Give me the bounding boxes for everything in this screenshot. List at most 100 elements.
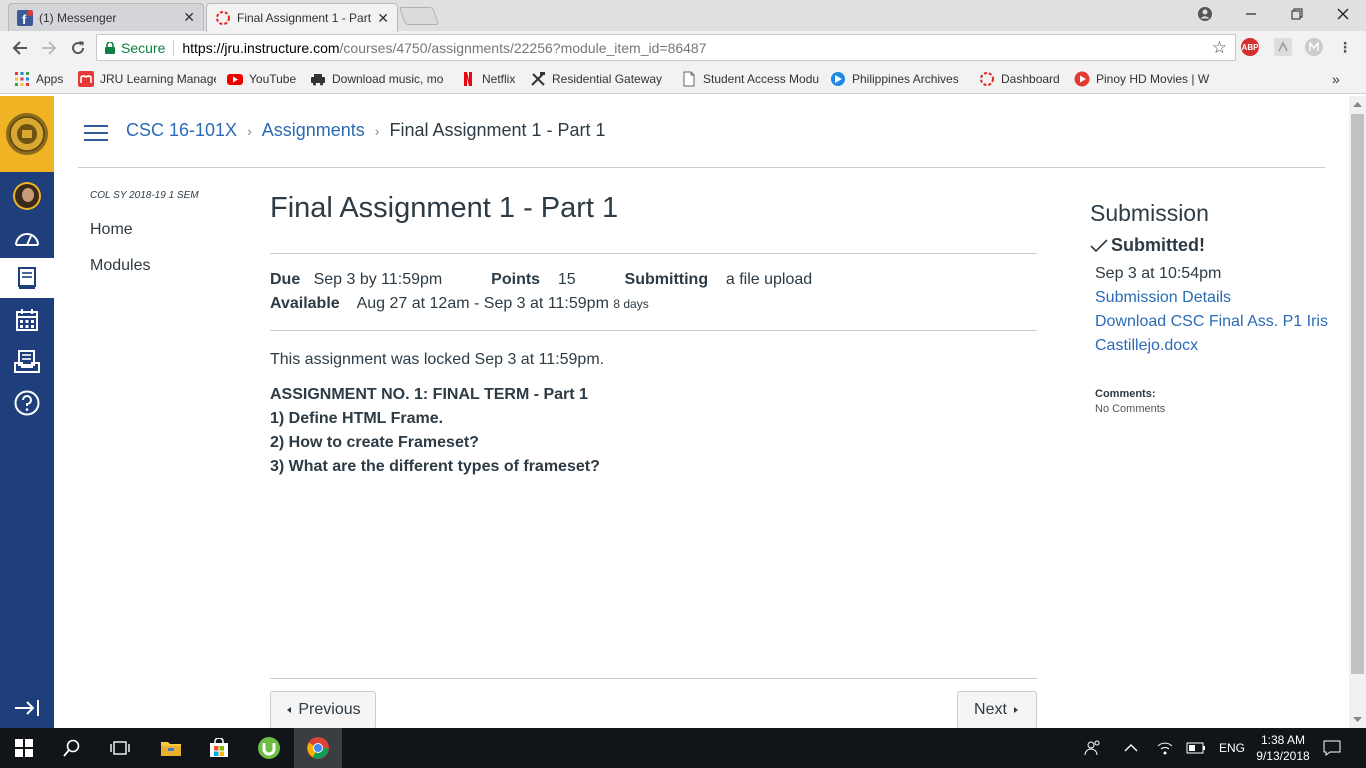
canvas-icon xyxy=(216,11,230,25)
avatar-icon xyxy=(13,182,41,210)
wifi-icon[interactable] xyxy=(1156,728,1176,768)
extension-m-icon[interactable] xyxy=(1305,38,1323,56)
next-button[interactable]: Next xyxy=(957,691,1037,729)
search-button[interactable] xyxy=(48,728,96,768)
battery-icon[interactable] xyxy=(1186,728,1208,768)
bookmark-jru-learning[interactable]: JRU Learning Manage xyxy=(78,70,216,88)
moodle-icon xyxy=(78,71,94,87)
tab-final-assignment[interactable]: Final Assignment 1 - Part ✕ xyxy=(206,3,398,32)
details-row-1: Due Sep 3 by 11:59pm Points 15 Submittin… xyxy=(270,268,1037,292)
previous-button[interactable]: Previous xyxy=(270,691,376,729)
start-button[interactable] xyxy=(0,728,48,768)
bookmark-pinoy-hd-movies[interactable]: Pinoy HD Movies | W xyxy=(1074,70,1212,88)
breadcrumb-separator: › xyxy=(247,122,252,139)
school-seal-icon xyxy=(6,113,48,155)
chrome-taskbar-button[interactable] xyxy=(294,728,342,768)
clock-date: 9/13/2018 xyxy=(1256,749,1310,763)
account-avatar[interactable] xyxy=(0,176,54,216)
facebook-icon: f xyxy=(17,9,33,26)
courses-nav-item[interactable] xyxy=(0,258,54,298)
reload-icon[interactable] xyxy=(66,36,90,60)
assignment-instructions: ASSIGNMENT NO. 1: FINAL TERM - Part 1 1)… xyxy=(270,383,1037,479)
assignment-details: Due Sep 3 by 11:59pm Points 15 Submittin… xyxy=(270,254,1037,330)
instruction-line: ASSIGNMENT NO. 1: FINAL TERM - Part 1 xyxy=(270,386,588,403)
bookmark-residential-gateway[interactable]: Residential Gateway xyxy=(530,70,670,88)
comments-value: No Comments xyxy=(1095,403,1166,415)
course-nav-modules[interactable]: Modules xyxy=(90,257,240,293)
chrome-menu-icon[interactable]: ⋮ xyxy=(1336,38,1354,56)
canvas-icon xyxy=(980,72,994,86)
bookmark-philippines-archives[interactable]: Philippines Archives xyxy=(830,70,968,88)
bookmark-download-music[interactable]: Download music, mo xyxy=(310,70,448,88)
address-bar[interactable]: Secure https://jru.instructure.com/cours… xyxy=(96,34,1236,61)
user-profile-icon[interactable] xyxy=(1182,0,1228,28)
instruction-line: 1) Define HTML Frame. xyxy=(270,410,444,427)
close-window-icon[interactable] xyxy=(1320,0,1366,28)
bookmark-dashboard[interactable]: Dashboard xyxy=(979,70,1065,88)
tray-chevron-up-icon[interactable] xyxy=(1124,728,1142,768)
bookmark-label: Student Access Modu xyxy=(703,72,820,86)
due-label: Due xyxy=(270,271,301,288)
extension-icon[interactable] xyxy=(1274,38,1292,56)
download-submission-link[interactable]: Download CSC Final Ass. P1 Iris Castille… xyxy=(1090,310,1330,358)
utorrent-button[interactable] xyxy=(245,728,293,768)
tab-close-icon[interactable]: ✕ xyxy=(183,9,195,26)
hamburger-menu-icon[interactable] xyxy=(84,125,108,141)
submission-sidebar: Submission Submitted! Sep 3 at 10:54pm S… xyxy=(1090,200,1330,415)
bookmark-label: Dashboard xyxy=(1001,72,1060,86)
task-view-button[interactable] xyxy=(96,728,144,768)
page-scrollbar[interactable] xyxy=(1349,96,1366,728)
browser-tab-strip: f (1) Messenger ✕ Final Assignment 1 - P… xyxy=(0,0,1366,32)
tab-close-icon[interactable]: ✕ xyxy=(377,10,389,27)
play-icon xyxy=(1074,71,1090,87)
page-icon xyxy=(683,71,695,87)
clock-time: 1:38 AM xyxy=(1260,733,1306,747)
windows-taskbar: ENG 1:38 AM 9/13/2018 xyxy=(0,728,1366,768)
separator xyxy=(173,39,175,56)
new-tab-button[interactable] xyxy=(398,7,440,25)
breadcrumb-separator: › xyxy=(374,122,380,139)
course-navigation: COL SY 2018-19 1 SEM Home Modules xyxy=(90,190,240,293)
scroll-thumb[interactable] xyxy=(1351,114,1364,674)
collapse-nav-button[interactable] xyxy=(0,688,54,728)
system-clock[interactable]: 1:38 AM 9/13/2018 xyxy=(1250,732,1316,764)
minimize-icon[interactable] xyxy=(1228,0,1274,28)
bookmark-apps[interactable]: Apps xyxy=(14,70,72,88)
tab-messenger[interactable]: f (1) Messenger ✕ xyxy=(8,3,204,31)
footer-divider xyxy=(270,678,1037,679)
points-label: Points xyxy=(491,271,541,288)
people-icon[interactable] xyxy=(1084,728,1104,768)
task-view-icon xyxy=(110,741,130,755)
notifications-icon[interactable] xyxy=(1323,728,1345,768)
utorrent-icon xyxy=(258,737,280,759)
bookmark-student-access[interactable]: Student Access Modu xyxy=(681,70,821,88)
inbox-nav-item[interactable] xyxy=(0,342,54,382)
bookmarks-overflow-icon[interactable]: » xyxy=(1332,70,1346,88)
breadcrumb-assignments-link[interactable]: Assignments xyxy=(262,120,365,141)
submission-details-link[interactable]: Submission Details xyxy=(1090,286,1330,310)
breadcrumb-course-link[interactable]: CSC 16-101X xyxy=(126,120,237,141)
bookmarks-bar: Apps JRU Learning Manage YouTube Downloa… xyxy=(0,64,1366,94)
school-logo[interactable] xyxy=(0,96,54,172)
scroll-up-icon[interactable] xyxy=(1349,98,1366,112)
file-explorer-button[interactable] xyxy=(147,728,195,768)
points-value: 15 xyxy=(557,271,576,288)
caret-left-icon xyxy=(287,707,292,713)
bookmark-label: Residential Gateway xyxy=(552,72,663,86)
scroll-down-icon[interactable] xyxy=(1349,712,1366,726)
page-title: Final Assignment 1 - Part 1 xyxy=(270,192,619,224)
calendar-nav-item[interactable] xyxy=(0,300,54,340)
bookmark-netflix[interactable]: Netflix xyxy=(460,70,522,88)
help-nav-item[interactable] xyxy=(0,383,54,423)
dashboard-nav-item[interactable] xyxy=(0,218,54,258)
input-language[interactable]: ENG xyxy=(1219,728,1245,768)
adblock-plus-icon[interactable]: ABP xyxy=(1241,38,1259,56)
forward-icon[interactable] xyxy=(37,36,61,60)
course-nav-home[interactable]: Home xyxy=(90,221,240,257)
bookmark-star-icon[interactable]: ☆ xyxy=(1212,38,1227,58)
restore-icon[interactable] xyxy=(1274,0,1320,28)
netflix-icon xyxy=(464,72,472,86)
bookmark-youtube[interactable]: YouTube xyxy=(227,70,301,88)
store-button[interactable] xyxy=(195,728,243,768)
back-icon[interactable] xyxy=(8,36,32,60)
